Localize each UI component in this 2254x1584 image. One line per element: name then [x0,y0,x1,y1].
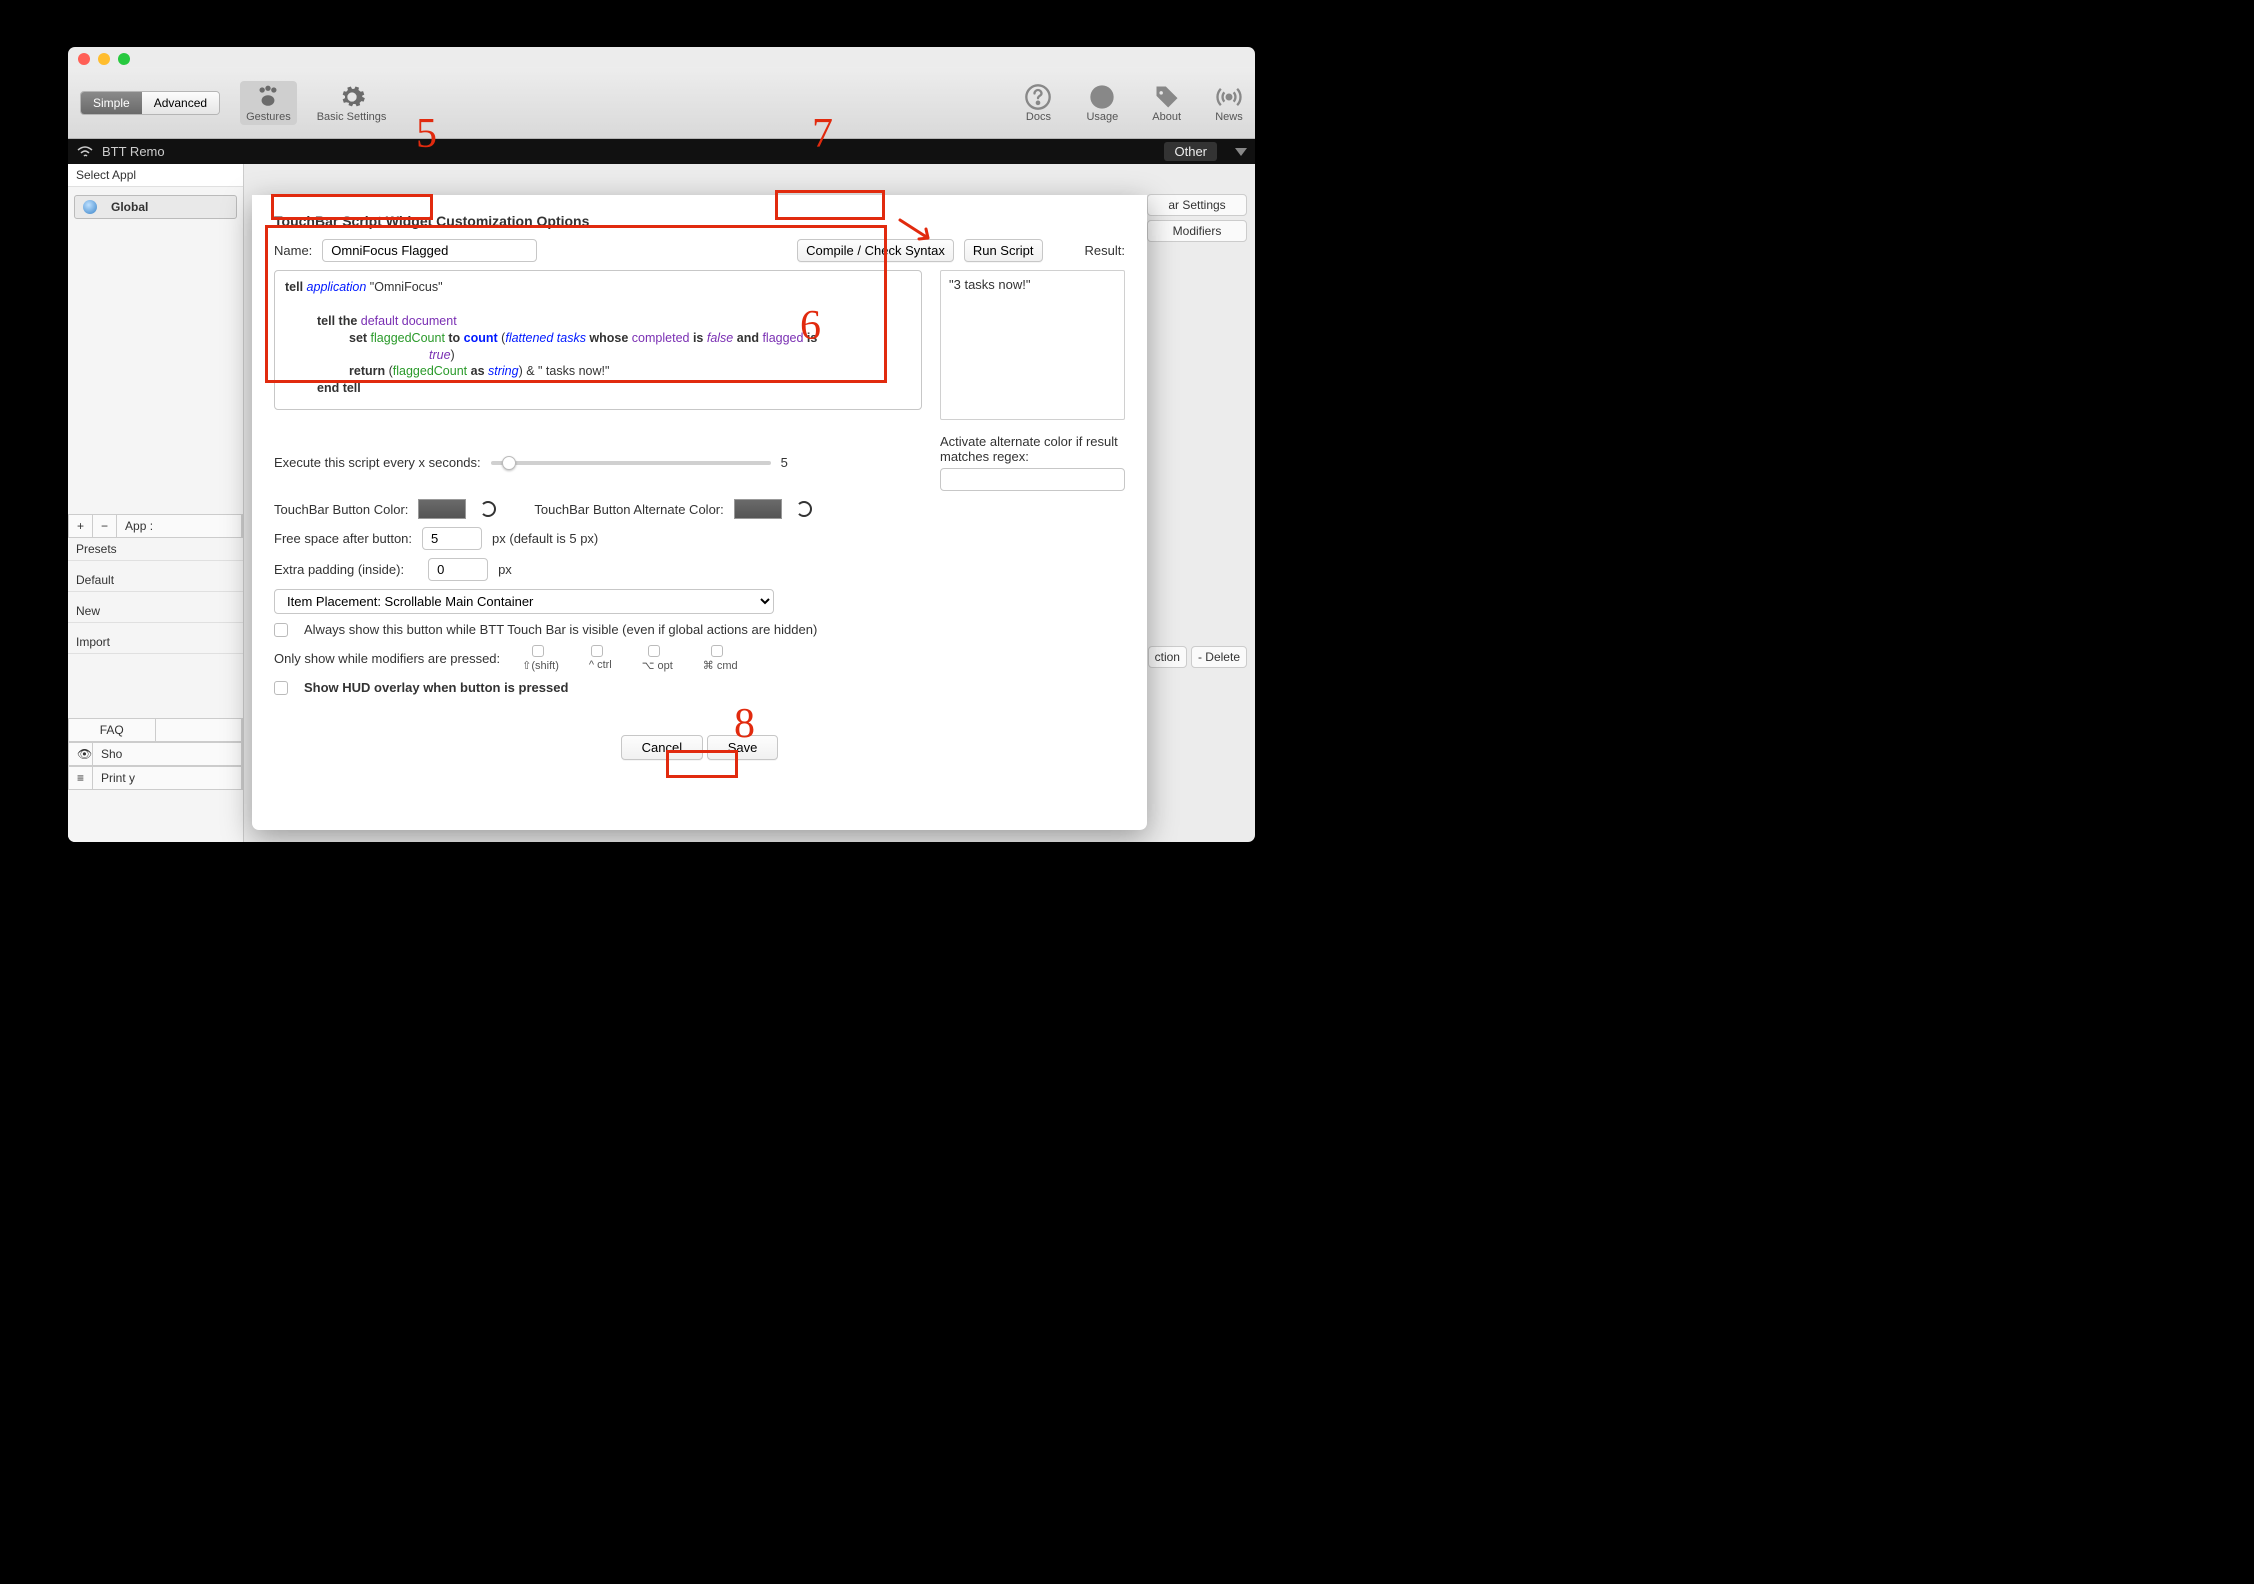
only-show-label: Only show while modifiers are pressed: [274,651,500,666]
callout-6: 6 [800,302,821,350]
usage-button[interactable]: Usage [1086,83,1118,123]
preset-new[interactable]: New [68,600,243,623]
simple-button[interactable]: Simple [81,92,142,114]
callout-7: 7 [812,110,833,158]
mod-shift-checkbox[interactable] [532,645,544,657]
alt-color-label: TouchBar Button Alternate Color: [534,502,723,517]
basic-settings-label: Basic Settings [317,111,387,123]
free-space-suffix: px (default is 5 px) [492,531,598,546]
button-color-well[interactable] [418,499,466,519]
help-icon [1024,83,1052,111]
exec-interval-label: Execute this script every x seconds: [274,455,481,470]
gestures-label: Gestures [246,111,291,123]
hud-label: Show HUD overlay when button is pressed [304,680,568,695]
always-show-label: Always show this button while BTT Touch … [304,622,817,637]
close-icon[interactable] [78,53,90,65]
behind-sheet-controls: ar Settings Modifiers ction - Delete [1147,164,1255,668]
mod-cmd-checkbox[interactable] [711,645,723,657]
basic-settings-tab[interactable]: Basic Settings [317,83,387,123]
free-space-label: Free space after button: [274,531,412,546]
show-button[interactable]: Sho [93,743,242,765]
gear-icon [338,83,366,111]
docs-button[interactable]: Docs [1024,83,1052,123]
modifiers-button[interactable]: Modifiers [1147,220,1247,242]
padding-label: Extra padding (inside): [274,562,404,577]
alt-color-well[interactable] [734,499,782,519]
app-settings-button[interactable]: App : [117,515,242,537]
result-label: Result: [1085,243,1125,258]
list-icon: ≡ [69,767,93,789]
result-box: "3 tasks now!" [940,270,1125,420]
exec-interval-value: 5 [781,455,788,470]
run-script-button[interactable]: Run Script [964,239,1043,262]
button-color-label: TouchBar Button Color: [274,502,408,517]
about-button[interactable]: About [1152,83,1181,123]
globe-icon [83,200,97,214]
gestures-tab[interactable]: Gestures [240,81,297,125]
eye-icon: 👁 [69,743,93,765]
name-label: Name: [274,243,312,258]
padding-input[interactable] [428,558,488,581]
wifi-icon [76,144,94,160]
presets-header: Presets [68,538,243,561]
regex-label: Activate alternate color if result match… [940,434,1125,464]
global-row[interactable]: Global [74,195,237,219]
broadcast-icon [1215,83,1243,111]
paw-icon [254,83,282,111]
app-list-bar: BTT Remo Other [68,139,1255,164]
titlebar [68,47,1255,67]
preset-import[interactable]: Import [68,631,243,654]
exec-interval-slider[interactable] [491,461,771,465]
regex-input[interactable] [940,468,1125,491]
placement-select[interactable]: Item Placement: Scrollable Main Containe… [274,589,774,614]
news-button[interactable]: News [1215,83,1243,123]
advanced-button[interactable]: Advanced [142,92,219,114]
print-button[interactable]: Print y [93,767,242,789]
delete-button[interactable]: - Delete [1191,646,1247,668]
app-list-item[interactable]: BTT Remo [102,144,165,159]
always-show-checkbox[interactable] [274,623,288,637]
toolbar: Simple Advanced Gestures Basic Settings … [68,67,1255,139]
remove-app-button[interactable]: − [93,515,117,537]
callout-8: 8 [734,700,755,748]
mod-ctrl-checkbox[interactable] [591,645,603,657]
other-tab[interactable]: Other [1164,142,1217,161]
view-mode-segment[interactable]: Simple Advanced [80,91,220,115]
action-button[interactable]: ction [1148,646,1187,668]
cancel-button[interactable]: Cancel [621,735,703,760]
script-widget-dialog: TouchBar Script Widget Customization Opt… [252,195,1147,830]
tag-icon [1153,83,1181,111]
dropdown-icon[interactable] [1235,148,1247,156]
add-app-button[interactable]: + [69,515,93,537]
minimize-icon[interactable] [98,53,110,65]
script-editor[interactable]: tell application "OmniFocus" tell the de… [274,270,922,410]
free-space-input[interactable] [422,527,482,550]
arrow-icon [898,218,938,244]
select-app-row[interactable]: Select Appl [68,164,243,187]
reset-color-icon[interactable] [480,501,496,517]
dialog-title: TouchBar Script Widget Customization Opt… [274,213,1125,229]
faq-button[interactable]: FAQ [69,719,156,741]
app-window: Simple Advanced Gestures Basic Settings … [68,47,1255,842]
mod-opt-checkbox[interactable] [648,645,660,657]
padding-suffix: px [498,562,512,577]
preset-default[interactable]: Default [68,569,243,592]
bar-settings-button[interactable]: ar Settings [1147,194,1247,216]
reset-alt-color-icon[interactable] [796,501,812,517]
zoom-icon[interactable] [118,53,130,65]
callout-5: 5 [416,110,437,158]
name-input[interactable] [322,239,537,262]
hud-checkbox[interactable] [274,681,288,695]
pie-icon [1088,83,1116,111]
sidebar: Select Appl Global + − App : Presets Def… [68,164,244,842]
